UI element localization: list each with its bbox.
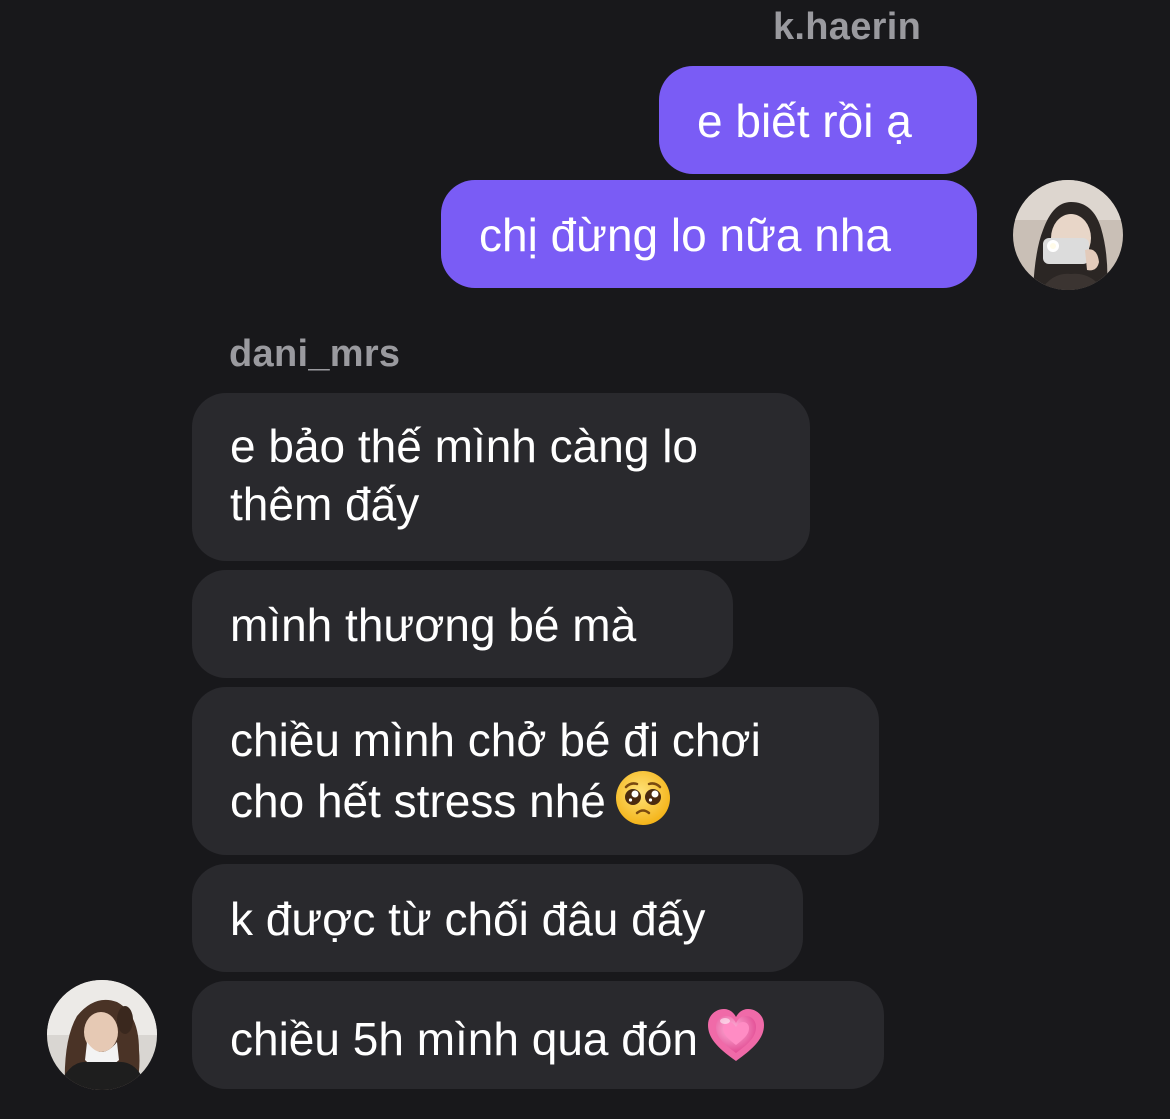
growing-heart-icon [706, 1007, 766, 1078]
message-bubble-outgoing[interactable]: chị đừng lo nữa nha [441, 180, 977, 288]
message-text: chị đừng lo nữa nha [479, 209, 891, 261]
message-text-line: cho hết stress nhé [230, 775, 606, 827]
avatar-incoming[interactable] [47, 980, 157, 1090]
message-bubble-incoming[interactable]: e bảo thế mình càng lo thêm đấy [192, 393, 810, 561]
message-bubble-outgoing[interactable]: e biết rồi ạ [659, 66, 977, 174]
message-bubble-incoming[interactable]: chiều mình chở bé đi chơi cho hết stress… [192, 687, 879, 855]
sender-name-incoming: dani_mrs [229, 333, 401, 375]
message-text-line: thêm đấy [230, 478, 420, 530]
sender-name-outgoing: k.haerin [773, 6, 922, 48]
avatar-outgoing[interactable] [1013, 180, 1123, 290]
chat-thread: k.haerin e biết rồi ạ chị đừng lo nữa nh… [0, 0, 1170, 1119]
pleading-face-icon [614, 769, 672, 840]
message-text: e biết rồi ạ [697, 95, 912, 147]
message-text-line: e bảo thế mình càng lo [230, 420, 698, 472]
message-text-line: mình thương bé mà [230, 599, 637, 651]
message-text-line: k được từ chối đâu đấy [230, 893, 706, 945]
message-text-line: chiều 5h mình qua đón [230, 1013, 699, 1065]
message-bubble-incoming[interactable]: chiều 5h mình qua đón [192, 981, 884, 1089]
message-bubble-incoming[interactable]: mình thương bé mà [192, 570, 733, 678]
message-text-line: chiều mình chở bé đi chơi [230, 714, 761, 766]
message-bubble-incoming[interactable]: k được từ chối đâu đấy [192, 864, 803, 972]
